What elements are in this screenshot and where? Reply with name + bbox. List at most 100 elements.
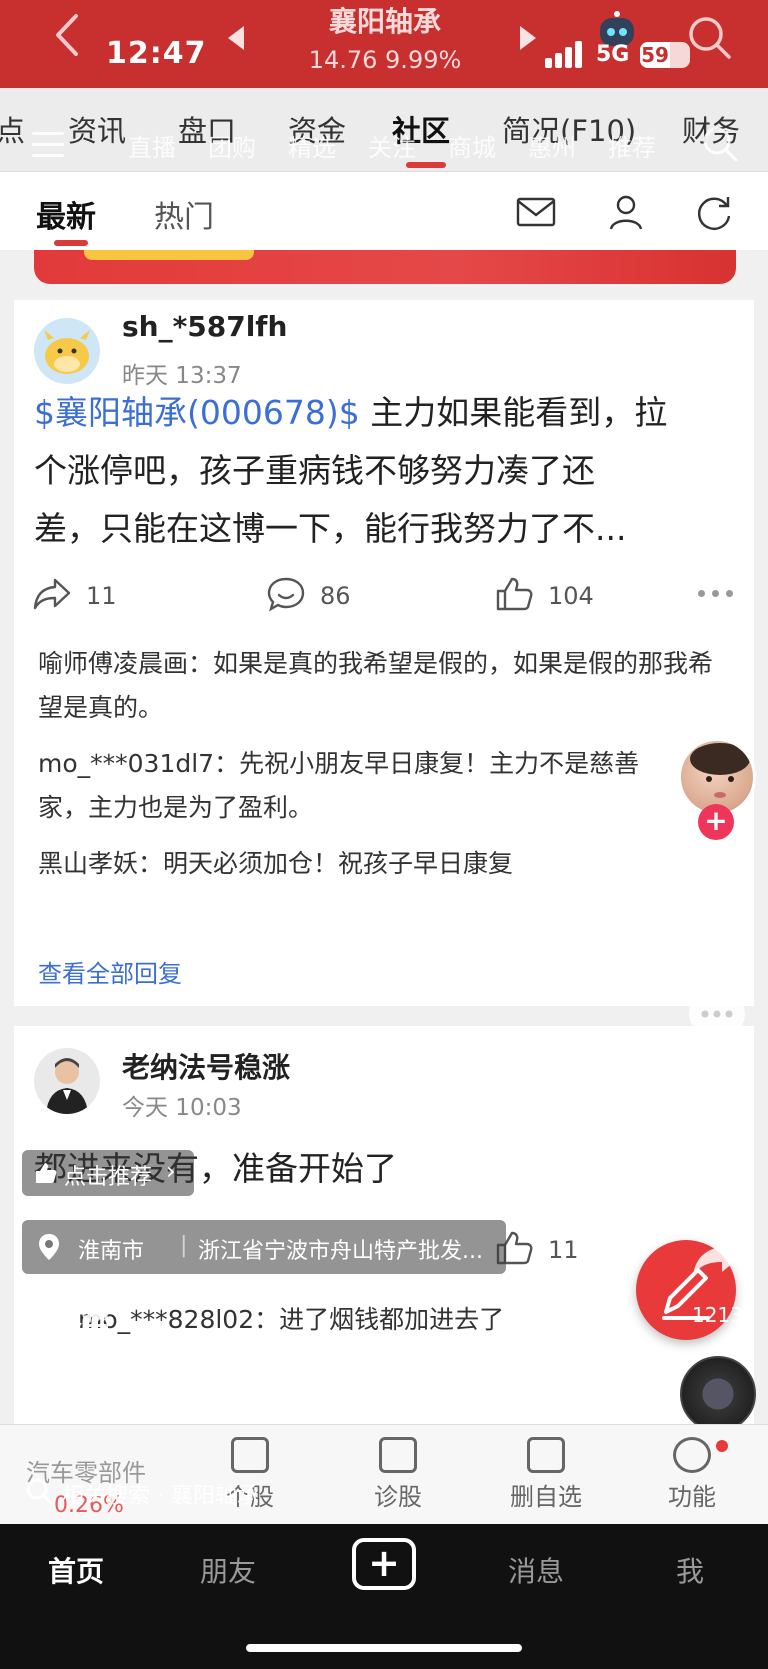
avatar[interactable] [34,318,100,384]
share-icon [33,578,71,610]
toolbar-diagnose-button[interactable]: 诊股 [348,1437,448,1512]
star-icon [690,1109,744,1160]
reply-item[interactable]: 喻师傅凌晨画：如果是真的我希望是假的，如果是假的那我希望是真的。 [38,642,728,730]
comment-count: 86 [320,582,351,610]
comment-button[interactable]: 86 [266,576,386,616]
search-small-icon [26,1478,53,1505]
stock-tag-link[interactable]: $襄阳轴承(000678)$ [34,393,360,432]
post-text-line2: 个涨停吧，孩子重病钱不够努力凑了还 [34,451,595,490]
status-time: 12:47 [106,36,207,71]
location-divider: | [180,1233,188,1258]
toolbar-remove-watch-button[interactable]: 删自选 [496,1437,596,1512]
reply-item[interactable]: mo_***031dl7：先祝小朋友早日康复！主力不是慈善家，主力也是为了盈利。 [38,742,678,830]
video-like-count: 500 [696,934,736,958]
create-button[interactable]: + [352,1538,416,1590]
stock-header: 12:47 襄阳轴承 14.76 9.99% 5G 59 [0,0,768,88]
promo-banner[interactable] [34,250,736,284]
overlay-tab-following[interactable]: 关注 [368,128,416,163]
stock-quote: 14.76 9.99% [308,46,462,74]
comment-icon [267,577,305,612]
post-username[interactable]: 老纳法号稳涨 [122,1046,290,1086]
location-chip[interactable]: 淮南市 | 浙江省宁波市舟山特产批发... [22,1220,506,1274]
signal-icon [545,40,585,68]
reply-text: 明天必须加仓！祝孩子早日康复 [163,849,514,878]
like-video-button[interactable] [686,866,748,926]
thumbs-up-icon [496,577,533,611]
home-indicator [246,1644,522,1652]
video-caption-line1: 这主力可以 [22,1366,142,1394]
nav-me[interactable]: 我 [676,1550,704,1590]
comment-video-button[interactable] [686,988,748,1048]
post-body[interactable]: $襄阳轴承(000678)$ 主力如果能看到，拉 个涨停吧，孩子重病钱不够努力凑… [34,384,744,558]
share-button[interactable]: 11 [32,576,152,616]
overlay-search-icon[interactable] [700,124,740,164]
overlay-tab-recommend[interactable]: 推荐 [608,128,656,163]
overlay-tab-featured[interactable]: 精选 [288,128,336,163]
more-icon[interactable] [698,590,738,600]
battery-level: 59 [640,42,670,68]
feed-tab-hot[interactable]: 热门 [154,192,214,236]
like-button[interactable]: 11 [494,1230,614,1270]
toolbar-label: 诊股 [374,1483,422,1511]
like-count: 11 [548,1236,579,1264]
favorite-button[interactable] [686,1106,748,1168]
person-avatar-icon [46,1058,88,1114]
post-time: 今天 10:03 [122,1095,242,1121]
stock-name: 襄阳轴承 [328,5,441,38]
menu-circle-icon [673,1437,711,1473]
location-city: 淮南市 [78,1239,145,1264]
share-count: 11 [86,582,117,610]
nav-messages[interactable]: 消息 [508,1550,564,1590]
share-video-button[interactable] [690,1232,752,1284]
minus-box-icon [527,1437,565,1473]
post-username[interactable]: sh_*587lfh [122,310,287,343]
feed-tab-latest[interactable]: 最新 [36,192,96,236]
overlay-tab-mall[interactable]: 商城 [448,128,496,163]
avatar[interactable] [34,1048,100,1114]
mail-icon[interactable] [516,192,556,232]
back-button[interactable] [50,12,90,60]
refresh-icon[interactable] [694,192,734,232]
toolbar-label: 删自选 [510,1483,582,1511]
search-icon[interactable] [686,14,732,60]
recommend-label: 点击推荐 [64,1165,153,1190]
menu-icon[interactable] [32,132,64,158]
next-stock-icon[interactable] [520,26,536,50]
video-author[interactable]: @格势 [22,1298,112,1342]
nav-friends[interactable]: 朋友 [200,1550,256,1590]
overlay-tab-live[interactable]: 直播 [128,128,176,163]
battery-icon: 59 [640,42,690,68]
post-card[interactable]: sh_*587lfh 昨天 13:37 $襄阳轴承(000678)$ 主力如果能… [14,300,754,1006]
cow-avatar-icon [44,330,90,374]
music-disc-icon[interactable] [680,1356,756,1432]
user-icon[interactable] [606,192,646,232]
network-type: 5G [596,42,630,67]
like-button[interactable]: 104 [494,576,614,616]
view-all-replies-link[interactable]: 查看全部回复 [38,954,182,989]
recommend-chip[interactable]: 点击推荐 › [22,1150,194,1196]
overlay-tabs: 直播 团购 精选 关注 商城 惠州 推荐 [0,120,768,163]
reply-item[interactable]: mo_***828l02：进了烟钱都加进去了 [38,1298,728,1342]
feed-header: 最新 热门 [0,172,768,250]
reply-author[interactable]: mo_***031dl7： [38,749,239,778]
video-share-count: 1213 [692,1303,743,1327]
video-comment-count: 226 [696,1056,736,1080]
reply-item[interactable]: 黑山孝妖：明天必须加仓！祝孩子早日康复 [38,842,728,886]
related-search-bar[interactable]: 相关搜索 · 襄阳轴承 [0,1466,300,1516]
reply-author[interactable]: 喻师傅凌晨画： [38,649,213,678]
favorite-count: 41 [703,1176,729,1200]
toolbar-label: 功能 [668,1483,716,1511]
follow-button[interactable]: + [698,804,734,840]
notification-dot [716,1440,728,1452]
reply-author[interactable]: 黑山孝妖： [38,849,163,878]
heart-icon [689,869,745,918]
reply-text: 进了烟钱都加进去了 [279,1305,505,1334]
prev-stock-icon[interactable] [228,26,244,50]
related-search-text: 相关搜索 · 襄阳轴承 [62,1484,259,1509]
diagnose-icon [379,1437,417,1473]
nav-home[interactable]: 首页 [48,1550,104,1590]
overlay-tab-city[interactable]: 惠州 [528,128,576,163]
chevron-right-icon: › [166,1157,176,1185]
thumbs-up-small-icon [36,1163,57,1183]
overlay-tab-group[interactable]: 团购 [208,128,256,163]
